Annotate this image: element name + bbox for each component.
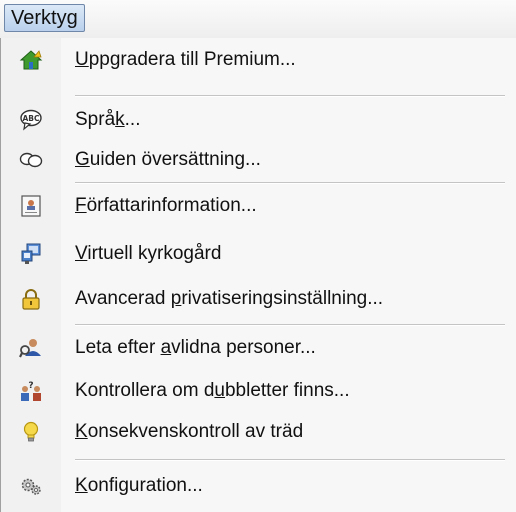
menu-separator <box>75 182 505 184</box>
gears-icon <box>21 478 41 495</box>
menu-item-label: Guiden översättning... <box>75 149 261 170</box>
menu-separator <box>75 95 505 97</box>
menu-item-label: Virtuell kyrkogård <box>75 243 222 264</box>
menu-item-virtual-cemetery[interactable]: Virtuell kyrkogård <box>1 234 516 274</box>
menu-item-upgrade-premium[interactable]: Uppgradera till Premium... <box>1 40 516 80</box>
virtual-cemetery-icon <box>21 243 41 264</box>
menu-item-label: Språk... <box>75 109 141 130</box>
search-person-icon <box>19 339 41 358</box>
menu-bar: Verktyg <box>0 0 516 38</box>
speech-bubbles-icon <box>19 152 43 168</box>
menu-item-label: Kontrollera om dubbletter finns... <box>75 380 350 401</box>
menu-separator <box>75 459 505 461</box>
house-upgrade-icon <box>19 50 43 70</box>
menu-item-search-deceased[interactable]: Leta efter avlidna personer... <box>1 328 516 368</box>
abc-speech-bubble-icon: ABC <box>20 109 42 131</box>
menu-separator <box>75 324 505 326</box>
menu-item-configuration[interactable]: Konfiguration... <box>1 466 516 506</box>
menu-verktyg[interactable]: Verktyg <box>4 4 85 32</box>
menu-item-advanced-privacy[interactable]: Avancerad privatiseringsinställning... <box>1 279 516 319</box>
svg-text:?: ? <box>28 381 33 391</box>
duplicate-persons-icon: ? <box>21 381 41 401</box>
menu-item-label: Uppgradera till Premium... <box>75 49 296 70</box>
menu-item-label: Avancerad privatiseringsinställning... <box>75 288 384 309</box>
menu-item-label: Konfiguration... <box>75 475 203 496</box>
menu-item-language[interactable]: ABC Språk... <box>1 100 516 140</box>
menu-item-label: Konsekvenskontroll av träd <box>75 421 304 442</box>
menu-item-label: Författarinformation... <box>75 195 257 216</box>
menu-item-check-duplicates[interactable]: ? Kontrollera om dubbletter finns... <box>1 371 516 411</box>
lightbulb-icon <box>23 421 39 442</box>
menu-item-translation-guide[interactable]: Guiden översättning... <box>1 140 516 180</box>
verktyg-dropdown-menu: Uppgradera till Premium... ABC Språk... … <box>0 38 516 512</box>
menu-item-author-info[interactable]: Författarinformation... <box>1 186 516 226</box>
svg-text:ABC: ABC <box>22 114 40 123</box>
padlock-icon <box>22 289 40 310</box>
menu-item-consistency-check[interactable]: Konsekvenskontroll av träd <box>1 412 516 452</box>
screen: Verktyg Uppgradera till Premium... ABC S… <box>0 0 516 512</box>
author-card-icon <box>21 195 41 217</box>
menu-item-label: Leta efter avlidna personer... <box>75 337 316 358</box>
